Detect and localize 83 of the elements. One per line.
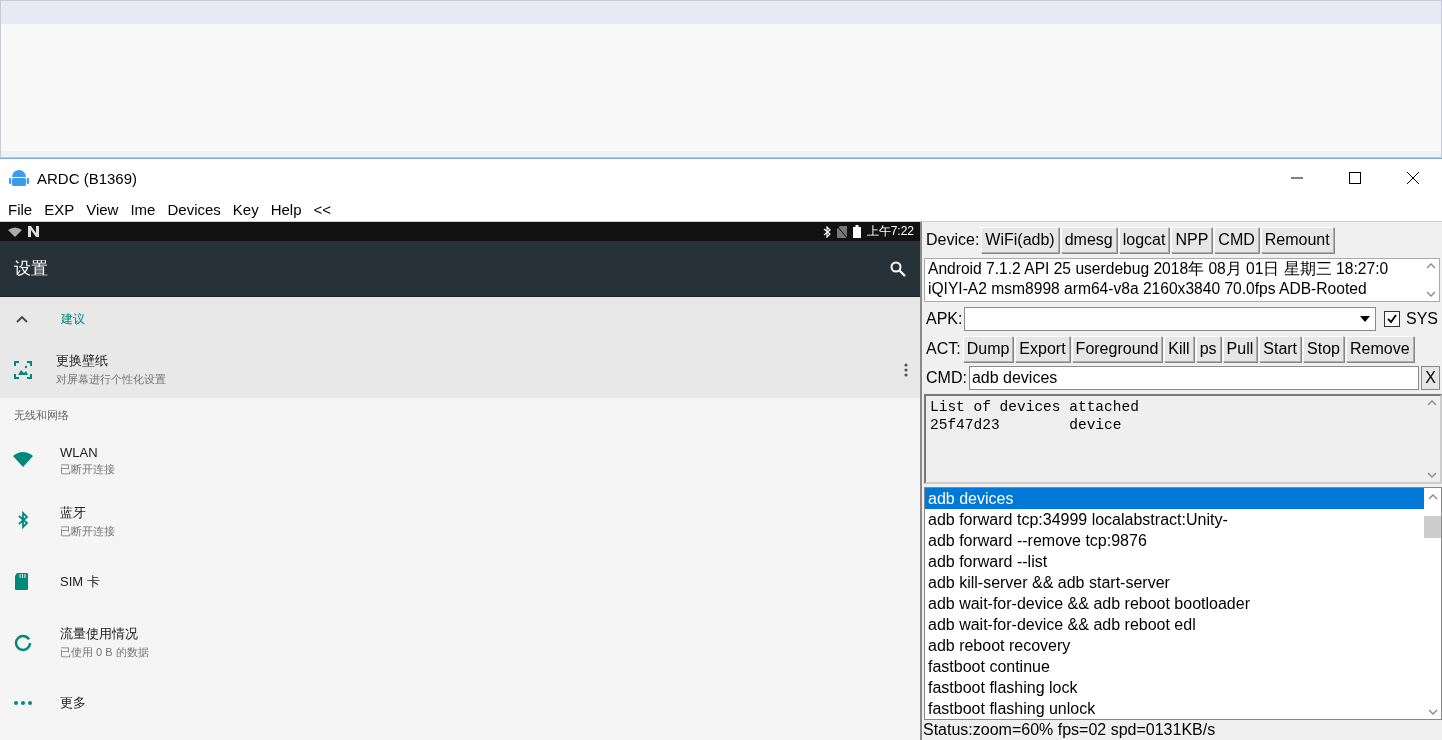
scroll-down-icon[interactable] <box>1426 472 1437 478</box>
scroll-up-icon[interactable] <box>1425 263 1436 269</box>
setting-subtitle: 已断开连接 <box>60 462 116 478</box>
suggestion-subtitle: 对屏幕进行个性化设置 <box>56 372 167 387</box>
section-header: 无线和网络 <box>13 408 70 423</box>
menu-item[interactable]: Key <box>226 200 265 218</box>
info-line: iQIYI-A2 msm8998 arm64-v8a 2160x3840 70.0fps ADB-Rooted <box>928 279 1368 299</box>
command-item[interactable]: fastboot flashing unlock <box>925 698 1424 719</box>
command-item[interactable]: adb forward --remove tcp:9876 <box>925 530 1424 551</box>
scroll-up-icon[interactable] <box>1427 494 1438 500</box>
setting-title[interactable]: 更多 <box>60 694 920 713</box>
scrollbar-thumb[interactable] <box>1424 516 1441 538</box>
section-header: 建议 <box>61 310 85 328</box>
setting-title[interactable]: 流量使用情况 <box>60 625 920 644</box>
command-item[interactable]: adb forward --list <box>925 551 1424 572</box>
act-label: ACT: <box>926 340 961 358</box>
setting-title[interactable]: SIM 卡 <box>60 573 920 592</box>
action-button[interactable]: Remove <box>1346 336 1414 362</box>
command-item[interactable]: adb forward tcp:34999 localabstract:Unity- <box>925 509 1424 530</box>
command-item[interactable]: adb reboot recovery <box>925 635 1424 656</box>
action-button[interactable]: Export <box>1015 336 1070 362</box>
more-icon <box>14 701 32 706</box>
device-button[interactable]: logcat <box>1118 227 1170 253</box>
action-button[interactable]: Kill <box>1164 336 1194 362</box>
menu-item[interactable]: EXP <box>38 200 81 218</box>
scroll-down-icon[interactable] <box>1425 291 1436 297</box>
command-item[interactable]: adb kill-server && adb start-server <box>925 572 1424 593</box>
android-icon <box>9 168 29 188</box>
cmd-label: CMD: <box>926 369 967 387</box>
command-item[interactable]: fastboot flashing lock <box>925 677 1424 698</box>
action-button[interactable]: Foreground <box>1071 336 1163 362</box>
app-title: 设置 <box>14 258 49 280</box>
action-button[interactable]: Pull <box>1222 336 1258 362</box>
wallpaper-icon <box>14 360 32 379</box>
device-button[interactable]: Remount <box>1260 227 1334 253</box>
maximize-icon <box>1349 172 1361 184</box>
command-item[interactable]: adb wait-for-device && adb reboot edl <box>925 614 1424 635</box>
device-label: Device: <box>926 231 980 249</box>
action-button[interactable]: Start <box>1259 336 1302 362</box>
close-icon <box>1407 172 1419 184</box>
menu-item[interactable]: Help <box>264 200 308 218</box>
more-vert-icon[interactable] <box>904 362 908 377</box>
menu-item[interactable]: Devices <box>161 200 227 218</box>
notification-icon <box>28 226 39 237</box>
chevron-up-icon[interactable] <box>16 315 28 323</box>
window-title: ARDC (B1369) <box>37 169 138 187</box>
clear-button[interactable]: X <box>1421 366 1440 390</box>
suggestion-title[interactable]: 更换壁纸 <box>56 352 904 370</box>
menu-item[interactable]: File <box>2 200 39 218</box>
setting-title[interactable]: 蓝牙 <box>60 504 920 523</box>
no-sim-icon <box>836 225 847 238</box>
check-icon <box>1387 314 1397 324</box>
device-button[interactable]: NPP <box>1171 227 1213 253</box>
apk-dropdown[interactable] <box>964 307 1376 331</box>
menu-item[interactable]: View <box>80 200 125 218</box>
scroll-up-icon[interactable] <box>1426 400 1437 406</box>
command-item[interactable]: adb devices <box>925 488 1424 509</box>
info-line: Android 7.1.2 API 25 userdebug 2018年 08月 01日 星期三 18:27:0 <box>928 259 1390 279</box>
command-item[interactable]: adb wait-for-device && adb reboot bootloader <box>925 593 1424 614</box>
setting-subtitle: 已使用 0 B 的数据 <box>60 645 150 661</box>
apk-label: APK: <box>926 310 963 328</box>
sys-label: SYS <box>1406 310 1438 328</box>
status-time: 上午7:22 <box>866 223 914 240</box>
output-line: 25f47d23 device <box>930 416 1123 434</box>
command-field[interactable]: adb devices <box>968 366 1420 390</box>
command-item[interactable]: fastboot continue <box>925 656 1424 677</box>
battery-icon <box>852 225 861 238</box>
sys-checkbox[interactable] <box>1384 311 1400 327</box>
dropdown-arrow-icon <box>1360 316 1370 322</box>
menu-item[interactable]: Ime <box>124 200 162 218</box>
device-button[interactable]: dmesg <box>1060 227 1117 253</box>
bluetooth-icon <box>822 225 831 238</box>
setting-subtitle: 已断开连接 <box>60 524 116 540</box>
output-line: List of devices attached <box>930 398 1140 416</box>
menu-item[interactable]: << <box>307 200 338 218</box>
action-button[interactable]: Stop <box>1303 336 1344 362</box>
action-button[interactable]: ps <box>1195 336 1221 362</box>
setting-title[interactable]: WLAN <box>60 445 920 461</box>
search-icon[interactable] <box>890 260 906 277</box>
device-button[interactable]: CMD <box>1214 227 1259 253</box>
device-button[interactable]: WiFi(adb) <box>981 227 1059 253</box>
action-button[interactable]: Dump <box>962 336 1014 362</box>
scroll-down-icon[interactable] <box>1427 709 1438 715</box>
